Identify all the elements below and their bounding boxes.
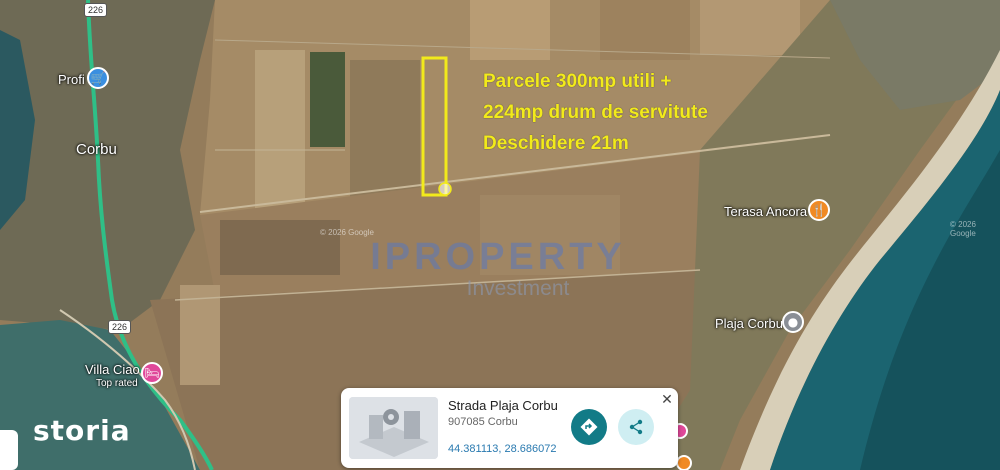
- road-shield-226-top: 226: [84, 3, 108, 17]
- iproperty-watermark: IPROPERTY Investment: [348, 236, 648, 301]
- map-copyright-right: © 2026 Google: [950, 220, 976, 238]
- parcel-annotation: Parcele 300mp utili + 224mp drum de serv…: [483, 66, 708, 159]
- road-shield-226-bottom: 226: [108, 320, 132, 334]
- parcel-outline: [421, 56, 448, 197]
- poi-terasa-ancora-label[interactable]: Terasa Ancora: [724, 204, 807, 219]
- place-coordinates[interactable]: 44.381113, 28.686072: [448, 443, 556, 455]
- street-view-thumbnail[interactable]: [349, 397, 438, 459]
- annotation-line-1: Parcele 300mp utili +: [483, 71, 672, 92]
- hotel-bed-icon[interactable]: 🛏: [141, 362, 163, 384]
- directions-icon: [580, 418, 598, 436]
- place-address: 907085 Corbu: [448, 416, 518, 428]
- watermark-title: IPROPERTY: [370, 236, 626, 278]
- parcel-marker: [438, 182, 452, 196]
- close-icon[interactable]: ✕: [659, 391, 675, 407]
- storia-logo: storia: [33, 414, 131, 447]
- poi-villa-ciao-label[interactable]: Villa Ciao: [85, 362, 140, 377]
- poi-profi-label[interactable]: Profi: [58, 72, 85, 87]
- restaurant-pin-icon[interactable]: [676, 455, 692, 470]
- place-dot-icon[interactable]: ●: [782, 311, 804, 333]
- share-icon: [629, 419, 643, 435]
- shopping-cart-icon[interactable]: 🛒: [87, 67, 109, 89]
- share-button[interactable]: [618, 409, 654, 445]
- watermark-subtitle: Investment: [466, 277, 570, 300]
- left-edge-control[interactable]: [0, 430, 18, 470]
- poi-plaja-corbu-label[interactable]: Plaja Corbu: [715, 316, 783, 331]
- poi-villa-ciao-sublabel: Top rated: [96, 378, 138, 389]
- restaurant-icon[interactable]: 🍴: [808, 199, 830, 221]
- annotation-line-3: Deschidere 21m: [483, 133, 629, 154]
- place-card[interactable]: Strada Plaja Corbu 907085 Corbu 44.38111…: [341, 388, 678, 468]
- town-label-corbu[interactable]: Corbu: [76, 141, 117, 158]
- place-title: Strada Plaja Corbu: [448, 398, 558, 413]
- annotation-line-2: 224mp drum de servitute: [483, 102, 708, 123]
- directions-button[interactable]: [571, 409, 607, 445]
